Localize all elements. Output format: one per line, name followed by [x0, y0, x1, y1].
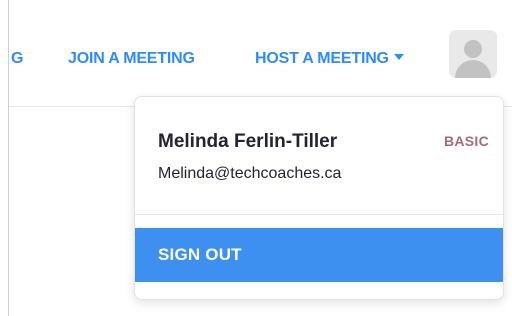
user-name: Melinda Ferlin-Tiller: [158, 131, 338, 152]
host-meeting-label: HOST A MEETING: [255, 50, 389, 67]
nav-link-partial[interactable]: G: [11, 50, 23, 68]
avatar-shoulders-shape: [455, 60, 491, 78]
plan-badge: BASIC: [443, 133, 489, 149]
account-dropdown-menu: Melinda Ferlin-Tiller BASIC Melinda@tech…: [134, 96, 504, 300]
join-meeting-link[interactable]: JOIN A MEETING: [68, 50, 195, 68]
avatar-head-shape: [464, 40, 482, 58]
caret-down-icon: [393, 54, 404, 60]
menu-divider: [135, 214, 503, 215]
user-avatar-icon[interactable]: [449, 30, 497, 78]
sign-out-button[interactable]: SIGN OUT: [135, 228, 503, 282]
sign-out-label: SIGN OUT: [158, 245, 242, 264]
host-meeting-dropdown[interactable]: HOST A MEETING: [255, 50, 404, 68]
user-email: Melinda@techcoaches.ca: [158, 165, 342, 182]
top-nav-bar: G JOIN A MEETING HOST A MEETING: [9, 0, 512, 107]
